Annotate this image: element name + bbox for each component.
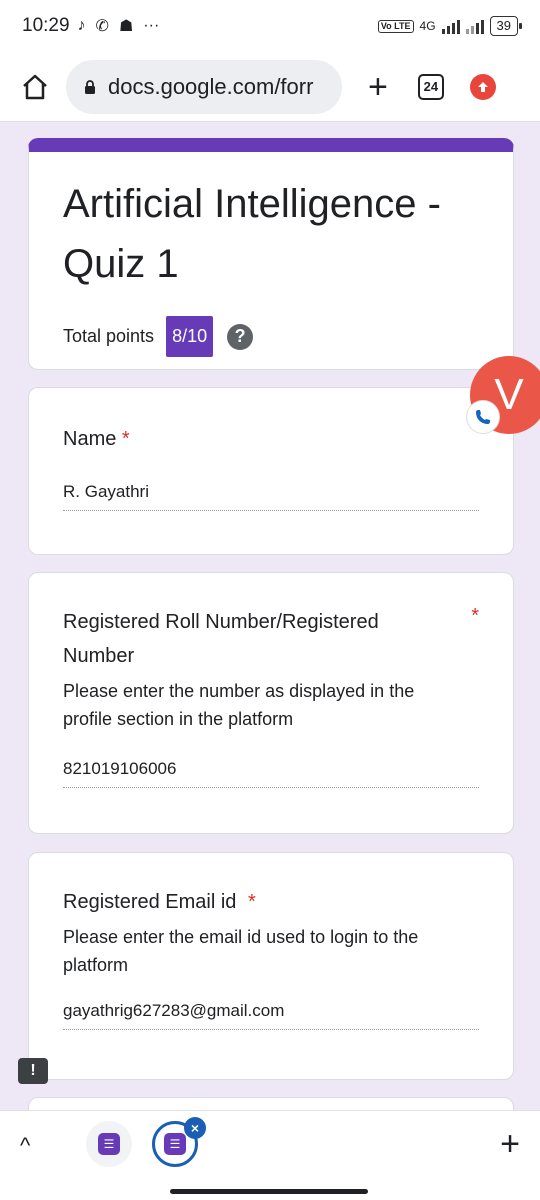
signal-icon-2: [465, 18, 484, 34]
call-recorder-icon[interactable]: [466, 400, 500, 434]
answer-text: gayathrig627283@gmail.com: [63, 1001, 479, 1030]
signal-icon: [441, 18, 460, 34]
lock-icon: [85, 79, 95, 94]
question-card-name: Name * R. Gayathri: [28, 387, 514, 555]
forms-icon: ☰: [164, 1133, 186, 1155]
volte-icon: Vo LTE: [377, 19, 414, 33]
question-card-roll-number: Registered Roll Number/Registered Number…: [28, 572, 514, 834]
home-indicator[interactable]: [170, 1189, 368, 1194]
more-icon: ···: [143, 17, 160, 34]
required-asterisk: *: [121, 428, 130, 450]
tiktok-icon: ♪: [77, 17, 86, 34]
status-time: 10:29: [22, 15, 70, 36]
status-bar: 10:29 ♪ ✆ ☗ ··· Vo LTE 4G 39: [0, 0, 540, 52]
help-icon[interactable]: ?: [227, 323, 254, 350]
feedback-icon[interactable]: !: [18, 1058, 48, 1084]
points-badge: 8/10: [166, 316, 214, 357]
update-icon[interactable]: [469, 73, 496, 100]
required-asterisk: *: [247, 891, 256, 913]
points-label: Total points: [63, 326, 155, 346]
forms-icon: ☰: [98, 1133, 120, 1155]
question-card-email: Registered Email id * Please enter the e…: [28, 852, 514, 1080]
answer-text: 821019106006: [63, 759, 479, 788]
phone-icon: ✆: [95, 18, 109, 35]
question-label: Registered Roll Number/Registered Number: [63, 611, 379, 667]
tab-switcher-button[interactable]: 24: [417, 73, 444, 100]
home-icon[interactable]: [18, 70, 52, 104]
form-title: Artificial Intelligence - Quiz 1: [63, 182, 441, 286]
browser-toolbar: docs.google.com/forr + 24: [0, 52, 540, 122]
snapchat-icon: ☗: [118, 18, 134, 35]
new-tab-button[interactable]: +: [368, 70, 388, 104]
form-header-card: Artificial Intelligence - Quiz 1 Total p…: [28, 138, 514, 370]
question-description: Please enter the email id used to login …: [63, 927, 419, 975]
question-label: Name *: [63, 428, 130, 450]
url-text: docs.google.com/forr: [108, 73, 314, 99]
required-asterisk: *: [471, 605, 479, 627]
question-label: Registered Email id *: [63, 891, 256, 913]
question-description: Please enter the number as displayed in …: [63, 681, 415, 729]
network-label: 4G: [419, 19, 436, 33]
answer-text: R. Gayathri: [63, 482, 479, 511]
bottom-tab-bar: ^ ☰ ☰ × +: [0, 1110, 540, 1200]
address-bar[interactable]: docs.google.com/forr: [66, 59, 342, 114]
add-tab-button[interactable]: +: [500, 1125, 520, 1164]
battery-icon: 39: [489, 16, 523, 36]
chevron-up-icon[interactable]: ^: [20, 1133, 30, 1159]
notification-icons: ♪ ✆ ☗ ···: [78, 16, 160, 36]
system-icons: Vo LTE 4G 39: [377, 16, 523, 36]
tab-group-item-1[interactable]: ☰: [86, 1121, 132, 1167]
total-points: Total points 8/10 ?: [63, 316, 479, 357]
close-icon[interactable]: ×: [184, 1117, 206, 1139]
